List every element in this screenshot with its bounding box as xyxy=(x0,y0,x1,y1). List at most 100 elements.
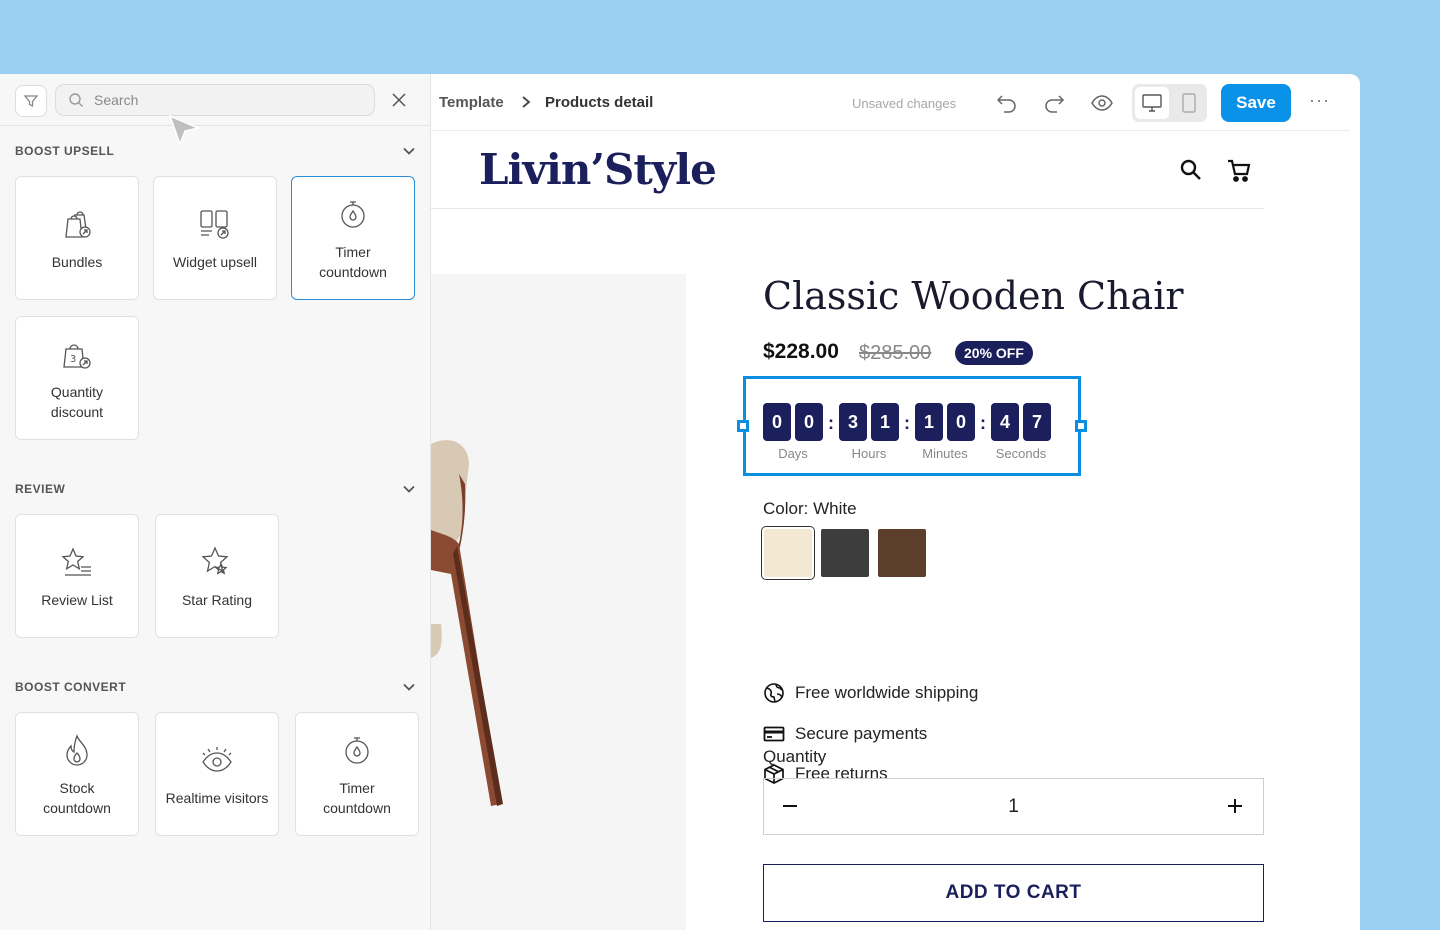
mobile-icon xyxy=(1182,93,1196,113)
card-label: Realtime visitors xyxy=(165,790,269,806)
widget-card-quantity-discount[interactable]: 3 Quantity discount xyxy=(15,316,139,440)
resize-handle-right[interactable] xyxy=(1075,420,1087,432)
feature-text: Free worldwide shipping xyxy=(795,683,979,702)
star-rating-icon xyxy=(201,546,229,575)
preview-button[interactable] xyxy=(1091,92,1113,114)
eye-icon xyxy=(202,747,232,772)
undo-button[interactable] xyxy=(996,92,1018,114)
timer-separator: : xyxy=(828,413,834,433)
section-header-boost-convert[interactable]: BOOST CONVERT xyxy=(15,677,416,697)
sidebar: Search BOOST UPSELL Bundles Widget upsel… xyxy=(0,74,431,930)
svg-text:3: 3 xyxy=(70,354,76,365)
breadcrumb-template[interactable]: Template xyxy=(439,94,504,111)
timer-digit: 0 xyxy=(763,403,791,441)
quantity-stepper: 1 xyxy=(763,778,1264,835)
timer-separator: : xyxy=(904,413,910,433)
timer-unit-label: Days xyxy=(778,446,808,461)
widget-card-timer-countdown[interactable]: Timer countdown xyxy=(291,176,415,300)
redo-button[interactable] xyxy=(1043,92,1065,114)
card-label: Star Rating xyxy=(181,592,253,608)
search-icon[interactable] xyxy=(1179,158,1203,182)
filter-icon xyxy=(23,95,39,108)
sidebar-toolbar: Search xyxy=(0,74,430,146)
chevron-right-icon xyxy=(522,96,531,108)
timer-digit: 1 xyxy=(871,403,899,441)
section-title: REVIEW xyxy=(15,482,66,496)
timer-digit: 0 xyxy=(947,403,975,441)
product-image[interactable] xyxy=(431,274,686,930)
timer-digit: 3 xyxy=(839,403,867,441)
filter-button[interactable] xyxy=(15,85,47,117)
close-icon xyxy=(392,93,406,107)
card-label: Bundles xyxy=(51,254,103,270)
chevron-down-icon[interactable] xyxy=(402,680,416,694)
unsaved-changes-status: Unsaved changes xyxy=(852,96,957,111)
feature-payments: Secure payments xyxy=(763,722,927,746)
card-label: Timer countdown xyxy=(323,780,391,816)
timer-unit-label: Seconds xyxy=(995,446,1047,461)
timer-digit: 4 xyxy=(991,403,1019,441)
more-options-button[interactable]: ··· xyxy=(1309,90,1330,111)
card-label: Review List xyxy=(41,592,113,608)
search-input[interactable]: Search xyxy=(55,84,375,116)
chevron-down-icon[interactable] xyxy=(402,482,416,496)
feature-shipping: Free worldwide shipping xyxy=(763,681,978,705)
globe-icon xyxy=(764,683,784,703)
editor-window: Search BOOST UPSELL Bundles Widget upsel… xyxy=(0,74,1360,930)
color-swatch-black[interactable] xyxy=(821,529,869,577)
eye-icon xyxy=(1091,95,1113,111)
widget-card-stock-countdown[interactable]: Stock countdown xyxy=(15,712,139,836)
search-placeholder: Search xyxy=(94,92,139,108)
card-label: Timer countdown xyxy=(319,244,387,280)
widget-upsell-icon xyxy=(200,210,229,239)
widget-card-realtime-visitors[interactable]: Realtime visitors xyxy=(155,712,279,836)
section-header-review[interactable]: REVIEW xyxy=(15,479,416,499)
widget-card-timer-countdown-convert[interactable]: Timer countdown xyxy=(295,712,419,836)
timer-countdown-widget[interactable]: 0 0 : 3 1 : 1 0 : 4 7 Days Hours Minutes… xyxy=(737,376,1087,476)
timer-unit-label: Hours xyxy=(851,446,887,461)
stopwatch-icon xyxy=(341,201,365,228)
color-label: Color: White xyxy=(763,499,857,518)
product-compare-price: $285.00 xyxy=(859,342,932,364)
widget-card-star-rating[interactable]: Star Rating xyxy=(155,514,279,638)
quantity-label: Quantity xyxy=(763,747,827,766)
color-swatch-brown[interactable] xyxy=(878,529,926,577)
store-preview: Livin’Style Classic Wooden Chair $228.00… xyxy=(431,131,1360,930)
redo-icon xyxy=(1045,95,1065,113)
section-header-boost-upsell[interactable]: BOOST UPSELL xyxy=(15,141,416,161)
color-swatch-white[interactable] xyxy=(761,526,815,580)
widget-card-widget-upsell[interactable]: Widget upsell xyxy=(153,176,277,300)
mobile-view-button[interactable] xyxy=(1174,87,1204,119)
credit-card-icon xyxy=(763,726,785,742)
widget-card-bundles[interactable]: Bundles xyxy=(15,176,139,300)
chair-image xyxy=(431,440,503,806)
section-title: BOOST CONVERT xyxy=(15,680,127,694)
desktop-view-button[interactable] xyxy=(1135,87,1169,119)
chevron-down-icon[interactable] xyxy=(402,144,416,158)
quantity-value[interactable]: 1 xyxy=(764,796,1263,818)
close-button[interactable] xyxy=(389,90,409,110)
card-label: Quantity discount xyxy=(50,384,104,420)
card-label: Widget upsell xyxy=(172,254,258,270)
review-list-icon xyxy=(61,547,91,576)
product-title: Classic Wooden Chair xyxy=(763,274,1184,318)
plus-icon[interactable] xyxy=(1223,793,1247,817)
product-price: $228.00 xyxy=(763,340,839,363)
cart-icon[interactable] xyxy=(1226,158,1252,184)
store-logo[interactable]: Livin’Style xyxy=(479,145,717,194)
section-title: BOOST UPSELL xyxy=(15,144,115,158)
timer-digit: 0 xyxy=(795,403,823,441)
header-divider xyxy=(431,208,1264,209)
quantity-discount-icon: 3 xyxy=(63,344,91,369)
timer-unit-label: Minutes xyxy=(922,446,968,461)
undo-icon xyxy=(996,95,1016,113)
add-to-cart-button[interactable]: ADD TO CART xyxy=(763,864,1264,922)
widget-card-review-list[interactable]: Review List xyxy=(15,514,139,638)
card-label: Stock countdown xyxy=(43,780,111,816)
save-button[interactable]: Save xyxy=(1221,84,1291,122)
flame-icon xyxy=(66,734,88,766)
search-icon xyxy=(69,93,83,107)
resize-handle-left[interactable] xyxy=(737,420,749,432)
editor-topbar: Template Products detail Unsaved changes… xyxy=(431,74,1350,131)
timer-digit: 7 xyxy=(1023,403,1051,441)
